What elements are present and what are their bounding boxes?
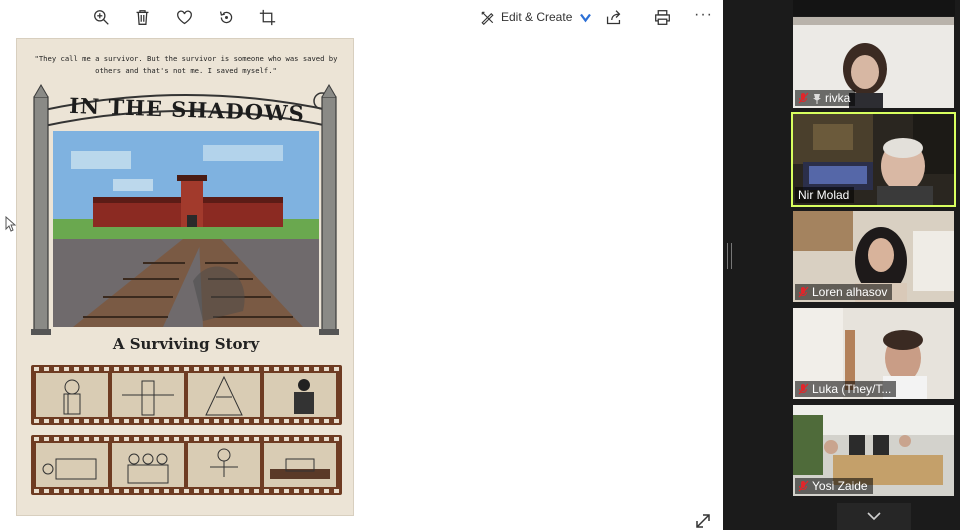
edit-create-icon	[481, 11, 494, 25]
share-icon	[606, 9, 620, 24]
rotate-button[interactable]	[215, 6, 237, 28]
film-frame	[188, 443, 260, 487]
participant-name-tag: Yosi Zaide	[795, 478, 873, 494]
edit-create-label: Edit & Create	[501, 10, 573, 24]
participant-tile-nir-molad[interactable]: Nir Molad	[791, 112, 956, 207]
film-strip-bottom	[31, 435, 342, 495]
gallery-scroll-down-button[interactable]	[837, 503, 911, 530]
gallery-top-strip	[793, 0, 955, 16]
film-frame	[36, 443, 108, 487]
participant-name: Luka (They/T...	[812, 382, 892, 396]
muted-mic-icon	[798, 480, 809, 492]
participant-name: Nir Molad	[798, 188, 850, 202]
zoom-in-icon	[93, 9, 109, 25]
more-options-button[interactable]: ···	[694, 6, 713, 24]
film-frame	[36, 373, 108, 417]
film-frame	[188, 373, 260, 417]
participant-name-tag: Loren alhasov	[795, 284, 893, 300]
participant-tile-loren-alhasov[interactable]: Loren alhasov	[793, 211, 954, 302]
chevron-down-icon	[867, 512, 881, 521]
video-gallery: rivka Nir Molad Loren alhasov Luka (They…	[723, 0, 960, 530]
print-icon	[654, 9, 670, 25]
film-frame	[112, 443, 184, 487]
muted-mic-icon	[798, 92, 809, 104]
film-strip-top	[31, 365, 342, 425]
participant-tile-rivka[interactable]: rivka	[793, 17, 954, 108]
participant-tile-luka[interactable]: Luka (They/T...	[793, 308, 954, 399]
share-button[interactable]	[602, 6, 624, 28]
panel-resize-handle[interactable]	[727, 243, 732, 269]
poster-subtitle: A Surviving Story	[112, 335, 260, 353]
zoom-in-button[interactable]	[90, 6, 112, 28]
poster-image: "They call me a survivor. But the surviv…	[16, 38, 354, 516]
participant-name-tag: Nir Molad	[795, 187, 855, 203]
photo-toolbar: Edit & Create ···	[0, 0, 723, 34]
mouse-cursor-icon	[5, 216, 16, 232]
film-frame	[264, 443, 336, 487]
muted-mic-icon	[798, 286, 809, 298]
print-button[interactable]	[651, 6, 673, 28]
photo-viewer: Edit & Create ··· "They call me a surviv…	[0, 0, 723, 530]
delete-button[interactable]	[131, 6, 153, 28]
crop-icon	[259, 9, 275, 25]
film-frame	[112, 373, 184, 417]
participant-name: Loren alhasov	[812, 285, 888, 299]
heart-icon	[176, 9, 192, 24]
trash-icon	[136, 9, 148, 25]
crop-button[interactable]	[256, 6, 278, 28]
participant-tile-yosi-zaide[interactable]: Yosi Zaide	[793, 405, 954, 496]
expand-icon[interactable]	[694, 512, 712, 530]
edit-create-button[interactable]: Edit & Create	[480, 7, 593, 27]
participant-name: rivka	[825, 91, 851, 105]
participant-name: Yosi Zaide	[812, 479, 868, 493]
railway-scene-illustration	[53, 131, 319, 327]
participant-name-tag: rivka	[795, 90, 856, 106]
film-frame	[264, 373, 336, 417]
rotate-icon	[219, 10, 232, 23]
favorite-button[interactable]	[173, 6, 195, 28]
pin-icon	[813, 93, 821, 104]
muted-mic-icon	[798, 383, 809, 395]
participant-name-tag: Luka (They/T...	[795, 381, 897, 397]
chevron-down-icon	[580, 13, 592, 22]
